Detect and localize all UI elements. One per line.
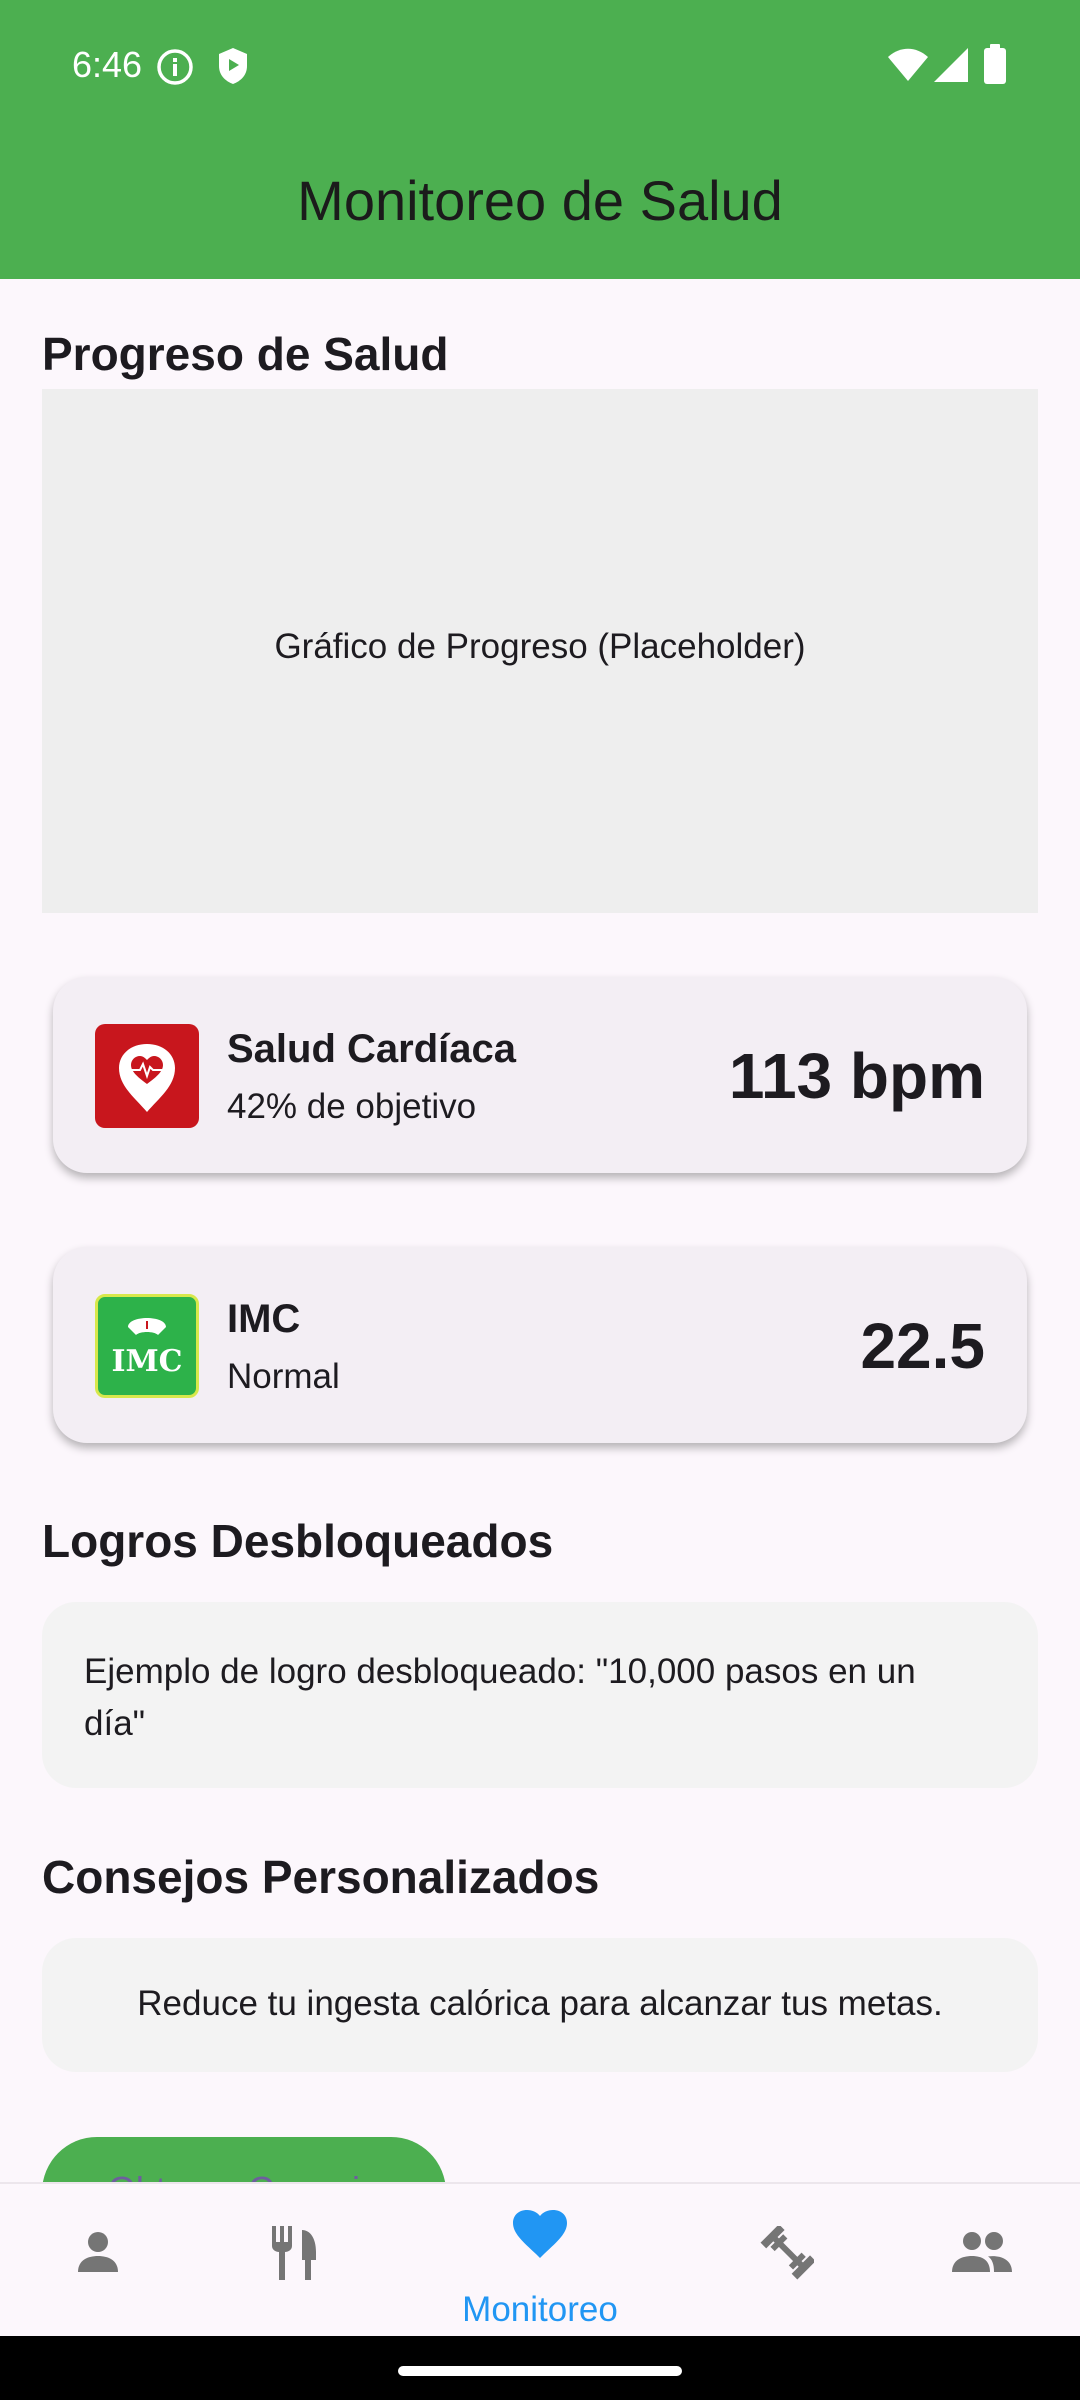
imc-scale-icon: IMC bbox=[95, 1294, 199, 1398]
progress-chart-placeholder: Gráfico de Progreso (Placeholder) bbox=[42, 389, 1038, 913]
imc-title: IMC bbox=[227, 1297, 301, 1341]
imc-icon-text: IMC bbox=[111, 1344, 182, 1379]
heart-pin-icon bbox=[95, 1024, 199, 1128]
nav-item-monitoring[interactable]: Monitoreo bbox=[420, 2184, 660, 2338]
nav-item-profile[interactable] bbox=[18, 2184, 178, 2338]
heart-rate-value: 113 bpm bbox=[728, 1040, 985, 1112]
advice-text: Reduce tu ingesta calórica para alcanzar… bbox=[137, 1984, 943, 2023]
imc-subtitle: Normal bbox=[227, 1357, 340, 1396]
achievement-box: Ejemplo de logro desbloqueado: "10,000 p… bbox=[42, 1602, 1038, 1788]
imc-value: 22.5 bbox=[860, 1310, 985, 1382]
person-icon bbox=[78, 2232, 118, 2272]
nav-item-community[interactable] bbox=[902, 2184, 1062, 2338]
app-header: 6:46 Monitoreo de Salud bbox=[0, 0, 1080, 279]
gesture-bar bbox=[0, 2336, 1080, 2400]
info-icon bbox=[157, 49, 193, 85]
people-icon bbox=[952, 2232, 1012, 2272]
battery-icon bbox=[984, 44, 1006, 84]
shield-icon bbox=[219, 48, 247, 84]
bottom-navigation: Monitoreo bbox=[0, 2182, 1080, 2338]
nav-item-nutrition[interactable] bbox=[214, 2184, 374, 2338]
heart-icon bbox=[513, 2210, 567, 2258]
heart-health-title: Salud Cardíaca bbox=[227, 1027, 517, 1071]
advice-box: Reduce tu ingesta calórica para alcanzar… bbox=[42, 1938, 1038, 2072]
advice-section-title: Consejos Personalizados bbox=[42, 1851, 600, 1903]
heart-health-subtitle: 42% de objetivo bbox=[227, 1087, 477, 1126]
achievements-section-title: Logros Desbloqueados bbox=[42, 1515, 554, 1567]
progress-placeholder-text: Gráfico de Progreso (Placeholder) bbox=[274, 627, 806, 666]
nav-item-fitness[interactable] bbox=[706, 2184, 866, 2338]
imc-card[interactable]: IMC IMC Normal 22.5 bbox=[53, 1247, 1027, 1443]
nav-label-monitoring: Monitoreo bbox=[462, 2290, 618, 2329]
restaurant-icon bbox=[272, 2226, 316, 2280]
app-title: Monitoreo de Salud bbox=[297, 169, 783, 232]
wifi-icon bbox=[888, 48, 928, 81]
heart-health-card[interactable]: Salud Cardíaca 42% de objetivo 113 bpm bbox=[53, 977, 1027, 1173]
status-time: 6:46 bbox=[72, 44, 143, 85]
gesture-handle[interactable] bbox=[398, 2366, 682, 2376]
signal-icon bbox=[934, 48, 968, 82]
fitness-icon bbox=[760, 2226, 814, 2280]
achievement-text: Ejemplo de logro desbloqueado: "10,000 p… bbox=[84, 1652, 916, 1743]
progress-section-title: Progreso de Salud bbox=[42, 328, 449, 380]
